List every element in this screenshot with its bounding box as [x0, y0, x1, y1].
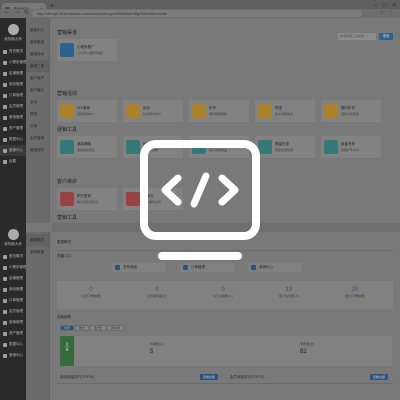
screenshot-frame: 营销管理 × + − □ × ← → ↻ http://dengxi.f0.ji… [0, 0, 400, 400]
code-monitor-icon [140, 140, 260, 260]
